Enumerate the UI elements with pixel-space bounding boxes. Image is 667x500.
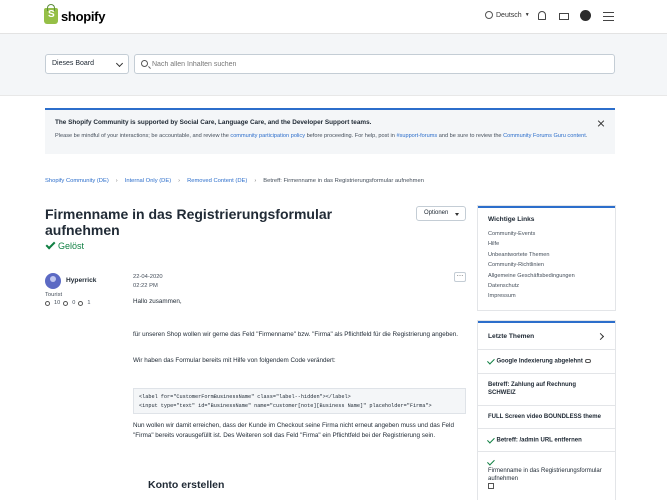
- breadcrumb-item-removed[interactable]: Removed Content (DE): [187, 178, 247, 184]
- guru-content-link[interactable]: Community Forums Guru content: [503, 133, 586, 139]
- breadcrumb-separator: ›: [178, 178, 181, 184]
- breadcrumb-separator: ›: [254, 178, 257, 184]
- hamburger-menu-icon[interactable]: [603, 12, 614, 21]
- latest-topics-title: Letzte Themen: [488, 333, 535, 340]
- language-selector[interactable]: Deutsch ▼: [485, 11, 530, 19]
- more-options-icon[interactable]: …: [454, 271, 466, 282]
- post-time: 02:22 PM: [133, 283, 158, 289]
- link-imprint[interactable]: Impressum: [488, 291, 605, 301]
- shopify-logo[interactable]: shopify: [44, 4, 106, 24]
- notice-text-4: .: [585, 133, 588, 139]
- post-paragraph-2: Wir haben das Formular bereits mit Hilfe…: [133, 357, 336, 364]
- likes-icon: [78, 300, 84, 306]
- post-paragraph-1: für unseren Shop wollen wir gerne das Fe…: [133, 331, 458, 338]
- post-timestamp: 22-04-2020 02:22 PM: [133, 273, 163, 291]
- post-subheading: Konto erstellen: [148, 479, 225, 491]
- close-icon[interactable]: [597, 119, 605, 127]
- chevron-down-icon: [115, 59, 124, 68]
- posts-count: 10: [54, 300, 61, 306]
- notice-body: Please be mindful of your interactions; …: [55, 132, 605, 141]
- important-links-card: Wichtige Links Community-Events Hilfe Un…: [478, 206, 615, 310]
- link-icon: [584, 359, 591, 363]
- notice-text-3: and be sure to review the: [437, 133, 504, 139]
- author-avatar[interactable]: [45, 273, 61, 289]
- posts-icon: [45, 300, 50, 306]
- breadcrumb-item-community[interactable]: Shopify Community (DE): [45, 178, 109, 184]
- breadcrumb-current: Betreff: Firmenname in das Registrierung…: [263, 178, 424, 184]
- topic-title: Betreff: Zahlung auf Rechnung SCHWEIZ: [488, 381, 576, 396]
- solved-label: Gelöst: [58, 241, 85, 251]
- link-terms[interactable]: Allgemeine Geschäftsbedingungen: [488, 271, 605, 281]
- search-icon: [141, 60, 148, 67]
- check-icon: [487, 435, 495, 443]
- bell-icon[interactable]: [538, 11, 546, 20]
- image-icon: [488, 483, 494, 490]
- language-label: Deutsch: [496, 11, 522, 19]
- breadcrumb: Shopify Community (DE) › Internal Only (…: [45, 178, 424, 184]
- post-date: 22-04-2020: [133, 274, 163, 280]
- code-line-2: <input type="text" id="BusinessName" nam…: [139, 403, 432, 409]
- topic-item[interactable]: Betreff: /admin URL entfernen: [478, 429, 615, 452]
- notice-text-1: Please be mindful of your interactions; …: [55, 133, 231, 139]
- globe-icon: [485, 11, 493, 19]
- topic-title: Google Indexierung abgelehnt: [496, 358, 583, 365]
- community-notice: The Shopify Community is supported by So…: [45, 108, 615, 154]
- solutions-icon: [63, 300, 69, 306]
- board-scope-select[interactable]: Dieses Board: [45, 54, 129, 74]
- author-name[interactable]: Hyperrick: [66, 277, 96, 284]
- latest-topics-card: Letzte Themen Google Indexierung abgeleh…: [478, 321, 615, 500]
- link-community-events[interactable]: Community-Events: [488, 229, 605, 239]
- check-icon: [487, 457, 495, 466]
- topic-title: Firmenname in das Registrierungsformular…: [488, 467, 602, 482]
- post-paragraph-3: Nun wollen wir damit erreichen, dass der…: [133, 422, 454, 439]
- top-navigation-bar: shopify Deutsch ▼: [0, 0, 667, 34]
- shopify-bag-icon: [44, 4, 58, 24]
- important-links-list: Community-Events Hilfe Unbeantwortete Th…: [478, 229, 615, 302]
- search-band: Dieses Board: [0, 34, 667, 96]
- code-line-1: <label for="CustomerFormBusinessName" cl…: [139, 394, 351, 400]
- important-links-title: Wichtige Links: [488, 216, 535, 223]
- board-scope-value: Dieses Board: [52, 60, 95, 67]
- mail-icon[interactable]: [559, 13, 569, 20]
- logo-text: shopify: [61, 8, 106, 24]
- search-box[interactable]: [134, 54, 615, 74]
- link-help[interactable]: Hilfe: [488, 239, 605, 249]
- topic-title: Betreff: /admin URL entfernen: [496, 437, 582, 444]
- breadcrumb-separator: ›: [115, 178, 118, 184]
- topic-item[interactable]: FULL Screen video BOUNDLESS theme: [478, 406, 615, 428]
- check-icon: [487, 356, 495, 365]
- link-privacy[interactable]: Datenschutz: [488, 281, 605, 291]
- link-unanswered[interactable]: Unbeantwortete Themen: [488, 250, 605, 260]
- options-label: Optionen: [424, 210, 449, 216]
- topic-item[interactable]: Firmenname in das Registrierungsformular…: [478, 452, 615, 491]
- check-icon: [45, 239, 56, 250]
- link-guidelines[interactable]: Community-Richtlinien: [488, 260, 605, 270]
- author-role: Tourist: [45, 292, 63, 298]
- user-avatar[interactable]: [580, 10, 591, 21]
- author-stats: 10 0 1: [45, 300, 90, 306]
- caret-down-icon: ▼: [524, 12, 530, 18]
- code-block: <label for="CustomerFormBusinessName" cl…: [133, 388, 466, 414]
- topic-title: FULL Screen video BOUNDLESS theme: [488, 413, 601, 420]
- options-button[interactable]: Optionen: [416, 206, 466, 221]
- support-forums-link[interactable]: #support-forums: [396, 133, 437, 139]
- solved-badge: Gelöst: [45, 239, 85, 252]
- participation-policy-link[interactable]: community participation policy: [230, 133, 305, 139]
- page-title: Firmenname in das Registrierungsformular…: [45, 206, 333, 238]
- topic-item[interactable]: Google Indexierung abgelehnt: [478, 350, 615, 373]
- likes-count: 1: [87, 300, 91, 306]
- notice-text-2: before proceeding. For help, post in: [305, 133, 397, 139]
- notice-title: The Shopify Community is supported by So…: [55, 119, 372, 126]
- post-greeting: Hallo zusammen,: [133, 298, 182, 305]
- caret-down-icon: [455, 213, 459, 216]
- breadcrumb-item-internal[interactable]: Internal Only (DE): [125, 178, 171, 184]
- solutions-count: 0: [72, 300, 76, 306]
- topic-item[interactable]: Betreff: Zahlung auf Rechnung SCHWEIZ: [478, 374, 615, 405]
- search-input[interactable]: [152, 58, 602, 71]
